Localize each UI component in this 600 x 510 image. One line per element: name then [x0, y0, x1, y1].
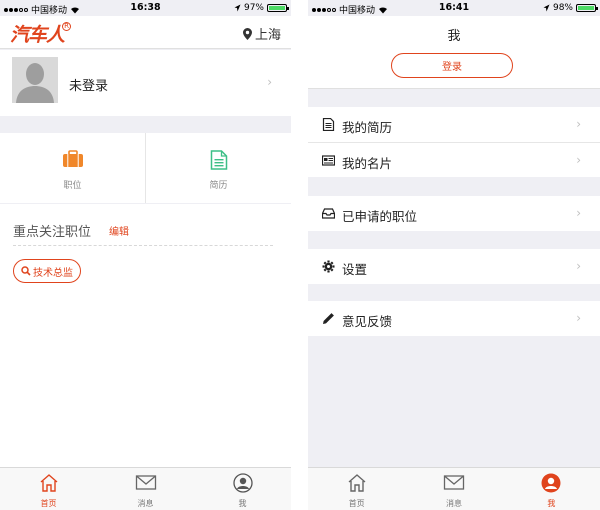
section-title: 重点关注职位: [13, 225, 92, 240]
user-icon: [232, 473, 253, 493]
tab-label: 首页: [348, 499, 365, 508]
tab-bar: 首页 消息 我: [308, 467, 600, 510]
location-pin-icon: [242, 27, 252, 40]
city-label: 上海: [254, 28, 281, 43]
tab-me[interactable]: 我: [503, 468, 600, 510]
chevron-right-icon: ›: [267, 75, 272, 89]
home-icon: [40, 474, 57, 492]
tab-me[interactable]: 我: [194, 468, 291, 510]
battery-icon: [576, 4, 598, 12]
tab-label: 消息: [137, 499, 154, 508]
battery-fill: [578, 6, 594, 10]
home-icon: [348, 474, 366, 492]
tab-bar: 首页 消息 我: [0, 467, 291, 510]
briefcase-icon: [62, 150, 83, 167]
battery-percent: 98%: [552, 3, 573, 13]
mail-icon: [135, 475, 156, 490]
tag-label: 技术总监: [33, 267, 73, 279]
app-logo: 汽车人: [10, 24, 65, 46]
battery-fill: [269, 6, 285, 10]
battery-area: 98%: [543, 3, 598, 13]
location-arrow-icon: [234, 4, 241, 12]
card-icon: [322, 155, 335, 166]
menu-group-profile: 我的简历 › 我的名片 ›: [308, 107, 600, 177]
user-icon: [541, 473, 561, 493]
focus-job-tag[interactable]: 技术总监: [13, 259, 81, 283]
menu-label: 已申请的职位: [342, 209, 418, 224]
tab-label: 我: [547, 499, 556, 508]
home-screen: 中国移动 16:38 97% 汽车人 R 上海 未登录 › 职位 简历 重点关注…: [0, 0, 291, 510]
menu-item-applied-jobs[interactable]: 已申请的职位 ›: [308, 196, 600, 231]
screen-gap: [291, 0, 308, 510]
battery-percent: 97%: [243, 3, 264, 13]
chevron-right-icon: ›: [576, 117, 581, 131]
location-arrow-icon: [543, 4, 550, 12]
chevron-right-icon: ›: [576, 311, 581, 325]
status-bar: 中国移动 16:41 98%: [308, 0, 600, 16]
city-selector[interactable]: 上海: [242, 24, 281, 43]
menu-label: 我的简历: [342, 120, 393, 135]
login-button[interactable]: 登录: [391, 53, 513, 78]
profile-card[interactable]: 未登录 ›: [0, 50, 291, 116]
document-icon: [322, 118, 335, 131]
tab-label: 首页: [40, 499, 57, 508]
profile-screen: 中国移动 16:41 98% 我 登录 我的简历 › 我的名片 › 已申请的职位…: [308, 0, 600, 510]
menu-item-my-card[interactable]: 我的名片 ›: [308, 142, 600, 177]
pencil-icon: [323, 313, 334, 324]
tab-label: 我: [238, 499, 247, 508]
profile-header: 我 登录: [308, 16, 600, 89]
quick-action-jobs[interactable]: 职位: [0, 133, 145, 203]
page-title: 我: [447, 29, 461, 44]
menu-item-feedback[interactable]: 意见反馈 ›: [308, 301, 600, 336]
default-avatar-icon: [12, 57, 58, 103]
menu-item-my-resume[interactable]: 我的简历 ›: [308, 107, 600, 142]
tab-home[interactable]: 首页: [0, 468, 97, 510]
menu-label: 设置: [342, 262, 368, 277]
quick-action-resume[interactable]: 简历: [145, 133, 291, 203]
edit-link[interactable]: 编辑: [109, 223, 129, 238]
home-header: 汽车人 R 上海: [0, 16, 291, 49]
menu-group-feedback: 意见反馈 ›: [308, 301, 600, 336]
chevron-right-icon: ›: [576, 153, 581, 167]
quick-actions: 职位 简历: [0, 133, 291, 203]
inbox-icon: [322, 208, 335, 219]
gear-icon: [322, 260, 335, 273]
menu-item-settings[interactable]: 设置 ›: [308, 249, 600, 284]
search-icon: [21, 266, 31, 276]
menu-label: 意见反馈: [342, 314, 393, 329]
chevron-right-icon: ›: [576, 206, 581, 220]
chevron-right-icon: ›: [576, 259, 581, 273]
mail-icon: [443, 475, 465, 490]
tab-messages[interactable]: 消息: [97, 468, 194, 510]
battery-area: 97%: [234, 3, 289, 13]
quick-action-label: 职位: [63, 181, 82, 191]
battery-icon: [267, 4, 289, 12]
tab-home[interactable]: 首页: [308, 468, 405, 510]
focus-jobs-section: 重点关注职位 编辑 技术总监: [0, 204, 291, 467]
status-bar: 中国移动 16:38 97%: [0, 0, 291, 16]
menu-group-settings: 设置 ›: [308, 249, 600, 284]
login-status-label: 未登录: [69, 79, 109, 94]
menu-group-applications: 已申请的职位 ›: [308, 196, 600, 231]
tab-label: 消息: [445, 499, 462, 508]
dashed-divider: [13, 245, 273, 246]
avatar: [12, 57, 58, 103]
menu-label: 我的名片: [342, 156, 393, 171]
resume-icon: [210, 150, 227, 170]
quick-action-label: 简历: [209, 181, 228, 191]
tab-messages[interactable]: 消息: [405, 468, 502, 510]
registered-mark: R: [62, 22, 71, 31]
